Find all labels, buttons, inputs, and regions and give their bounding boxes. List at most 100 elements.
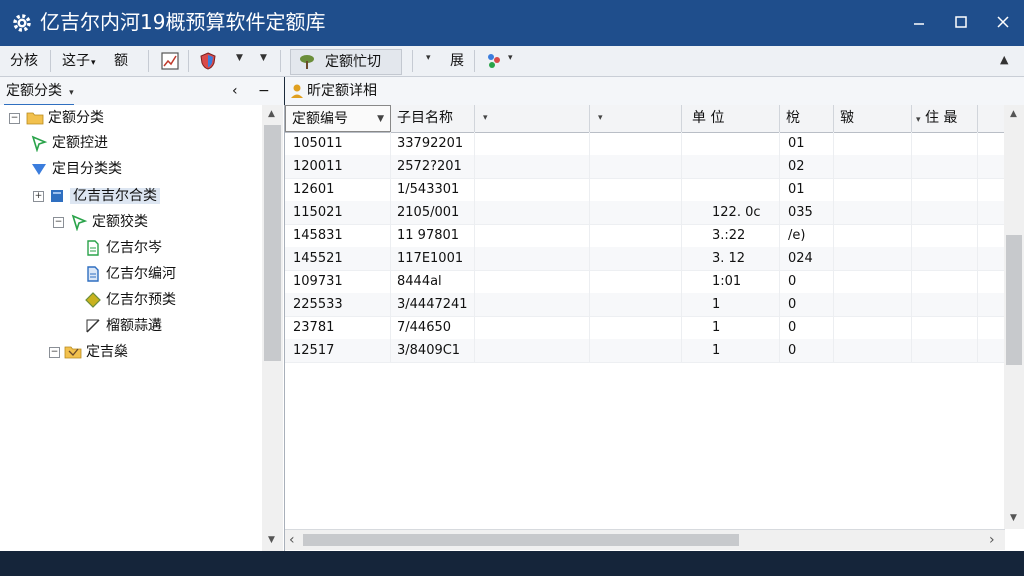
table-cell[interactable] <box>475 293 590 316</box>
minus-icon[interactable]: − <box>258 81 270 101</box>
table-row[interactable]: 115021 2105/001 122. 0c 035 <box>285 201 1005 225</box>
table-cell[interactable] <box>682 132 780 155</box>
table-cell[interactable] <box>590 270 682 293</box>
table-cell[interactable] <box>475 339 590 362</box>
table-cell[interactable] <box>590 247 682 270</box>
table-cell[interactable]: 33792201 <box>391 132 475 155</box>
table-cell[interactable] <box>590 293 682 316</box>
close-button[interactable] <box>988 8 1018 36</box>
table-cell[interactable] <box>834 201 912 224</box>
tree-expander[interactable]: + <box>33 191 44 202</box>
table-cell[interactable]: 3/4447241 <box>391 293 475 316</box>
table-cell[interactable]: 23781 <box>285 316 391 339</box>
table-cell[interactable]: 1 <box>682 293 780 316</box>
table-cell[interactable] <box>912 247 978 270</box>
expand-button[interactable]: 展 <box>450 51 464 71</box>
table-cell[interactable] <box>475 132 590 155</box>
tree-node[interactable]: 亿吉尔预类 <box>84 288 176 312</box>
table-cell[interactable] <box>590 178 682 201</box>
column-header[interactable]: 皲 <box>834 105 912 132</box>
chevron-left-icon[interactable]: ‹ <box>289 531 295 549</box>
table-cell[interactable]: 8444al <box>391 270 475 293</box>
maximize-button[interactable] <box>946 8 976 36</box>
chart-icon[interactable] <box>160 51 180 71</box>
table-cell[interactable] <box>834 155 912 178</box>
menu-child[interactable]: 这子▾ <box>62 51 96 73</box>
table-row[interactable]: 145831 11 97801 3.:22/e) <box>285 224 1005 248</box>
tree-node[interactable]: 定额控进 <box>30 131 108 155</box>
tree-node[interactable]: 亿吉尔岑 <box>84 236 162 260</box>
grid-vertical-scrollbar[interactable]: ▲ ▼ <box>1004 105 1024 529</box>
table-cell[interactable] <box>912 339 978 362</box>
table-cell[interactable]: 2572?201 <box>391 155 475 178</box>
table-cell[interactable] <box>475 155 590 178</box>
chevron-left-icon[interactable]: ‹ <box>232 81 238 101</box>
table-cell[interactable]: 3/8409C1 <box>391 339 475 362</box>
tree-node[interactable]: 定吉燊 <box>64 340 128 364</box>
table-cell[interactable]: 024 <box>780 247 834 270</box>
table-cell[interactable]: 120011 <box>285 155 391 178</box>
column-header[interactable]: 梲 <box>780 105 834 132</box>
chevron-down-icon[interactable]: ▼ <box>236 53 243 63</box>
table-cell[interactable] <box>834 339 912 362</box>
tree-expander[interactable]: − <box>49 347 60 358</box>
table-cell[interactable]: 122. 0c <box>682 201 780 224</box>
grid-horizontal-scrollbar[interactable]: ‹ › <box>285 529 1005 550</box>
table-cell[interactable] <box>912 201 978 224</box>
table-cell[interactable]: 01 <box>780 132 834 155</box>
scrollbar-thumb[interactable] <box>264 125 281 361</box>
table-cell[interactable] <box>912 316 978 339</box>
table-cell[interactable] <box>475 201 590 224</box>
table-cell[interactable]: 1:01 <box>682 270 780 293</box>
scrollbar-thumb[interactable] <box>303 534 739 546</box>
table-cell[interactable] <box>590 132 682 155</box>
table-cell[interactable] <box>590 339 682 362</box>
table-cell[interactable]: 109731 <box>285 270 391 293</box>
table-cell[interactable] <box>834 247 912 270</box>
chevron-down-icon[interactable]: ▾ <box>508 53 513 63</box>
chevron-right-icon[interactable]: › <box>989 531 995 549</box>
minimize-button[interactable] <box>904 8 934 36</box>
category-tab[interactable]: 定额分类 ▾ <box>4 77 74 106</box>
table-cell[interactable] <box>912 132 978 155</box>
table-cell[interactable] <box>475 224 590 247</box>
table-cell[interactable] <box>834 178 912 201</box>
chevron-down-icon[interactable]: ▼ <box>260 53 267 63</box>
column-header[interactable]: 单 位 <box>682 105 780 132</box>
table-cell[interactable]: 12601 <box>285 178 391 201</box>
table-row[interactable]: 109731 8444al 1:01 0 <box>285 270 1005 294</box>
chevron-up-icon[interactable]: ▲ <box>1010 109 1017 119</box>
table-cell[interactable] <box>682 155 780 178</box>
column-header[interactable]: 子目名称 <box>391 105 475 132</box>
table-row[interactable]: 145521 117E1001 3. 12 024 <box>285 247 1005 271</box>
table-cell[interactable] <box>834 224 912 247</box>
table-cell[interactable] <box>834 316 912 339</box>
table-cell[interactable]: 7/44650 <box>391 316 475 339</box>
tree-node[interactable]: 定目分类类 <box>30 157 122 181</box>
table-cell[interactable] <box>475 178 590 201</box>
menu-classify[interactable]: 分核 <box>10 51 38 71</box>
table-cell[interactable] <box>834 293 912 316</box>
table-cell[interactable] <box>834 270 912 293</box>
table-cell[interactable] <box>475 316 590 339</box>
chevron-down-icon[interactable]: ▼ <box>268 535 275 545</box>
table-row[interactable]: 12517 3/8409C1 1 0 <box>285 339 1005 363</box>
table-cell[interactable]: 1 <box>682 316 780 339</box>
column-header[interactable]: ▾ 住 最 <box>912 105 978 132</box>
tree-node[interactable]: 亿吉吉尔合类 <box>48 184 160 208</box>
tree-node[interactable]: 榴额蒜遘 <box>84 314 162 338</box>
tree-expander[interactable]: − <box>53 217 64 228</box>
chevron-down-icon[interactable]: ▼ <box>1010 513 1017 523</box>
chevron-up-icon[interactable]: ▲ <box>268 109 275 119</box>
tree-node[interactable]: 定额分类 <box>26 106 104 130</box>
table-cell[interactable]: 145831 <box>285 224 391 247</box>
table-row[interactable]: 23781 7/44650 1 0 <box>285 316 1005 340</box>
table-cell[interactable] <box>912 178 978 201</box>
table-cell[interactable] <box>912 155 978 178</box>
table-cell[interactable] <box>590 201 682 224</box>
table-cell[interactable] <box>912 270 978 293</box>
table-cell[interactable]: 11 97801 <box>391 224 475 247</box>
table-cell[interactable] <box>912 224 978 247</box>
table-cell[interactable] <box>590 316 682 339</box>
table-cell[interactable]: 105011 <box>285 132 391 155</box>
